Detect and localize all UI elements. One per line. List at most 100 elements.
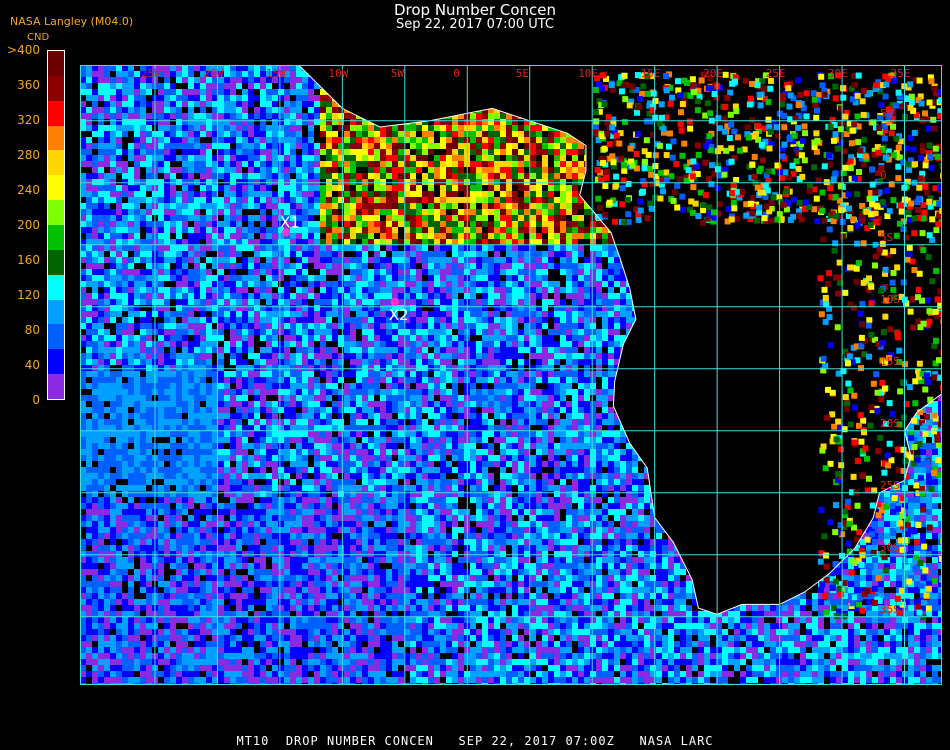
field-pixel	[248, 245, 254, 251]
field-pixel	[206, 143, 212, 149]
field-pixel	[122, 203, 128, 209]
field-pixel	[362, 281, 368, 287]
field-pixel	[164, 257, 170, 263]
field-pixel	[290, 131, 296, 137]
field-pixel	[116, 251, 122, 257]
field-pixel	[224, 239, 230, 245]
map-panel[interactable]: 25W 20W 15W 10W 5W 0 5E 10E 15E 20E 25E 30E 35E 5N 0 5S…	[80, 65, 942, 685]
field-pixel	[116, 89, 122, 95]
field-pixel	[572, 239, 578, 245]
field-pixel	[146, 257, 152, 263]
field-pixel	[302, 269, 308, 275]
field-pixel	[206, 209, 212, 215]
field-pixel	[458, 155, 464, 161]
field-pixel	[338, 257, 344, 263]
field-pixel	[542, 221, 548, 227]
field-pixel	[236, 107, 242, 113]
field-pixel	[230, 155, 236, 161]
field-pixel	[458, 209, 464, 215]
field-pixel	[326, 257, 332, 263]
field-pixel	[548, 185, 554, 191]
field-pixel	[482, 215, 488, 221]
field-pixel	[176, 137, 182, 143]
field-pixel	[380, 269, 386, 275]
field-pixel	[122, 215, 128, 221]
field-pixel	[416, 281, 422, 287]
field-pixel	[236, 83, 242, 89]
field-pixel	[374, 203, 380, 209]
field-pixel	[470, 269, 476, 275]
field-pixel	[134, 197, 140, 203]
field-pixel	[188, 281, 194, 287]
field-pixel	[446, 137, 452, 143]
map-canvas[interactable]: 25W 20W 15W 10W 5W 0 5E 10E 15E 20E 25E 30E 35E5N05S…	[80, 65, 942, 685]
field-pixel	[182, 89, 188, 95]
field-pixel	[476, 119, 482, 125]
field-pixel	[440, 143, 446, 149]
field-pixel	[170, 245, 176, 251]
field-pixel	[146, 89, 152, 95]
field-pixel	[254, 239, 260, 245]
field-pixel	[506, 179, 512, 185]
field-pixel	[308, 287, 314, 293]
field-pixel	[176, 71, 182, 77]
field-pixel	[374, 143, 380, 149]
field-pixel	[578, 161, 584, 167]
field-pixel	[122, 287, 128, 293]
field-pixel	[518, 233, 524, 239]
field-pixel	[476, 275, 482, 281]
field-pixel	[470, 221, 476, 227]
field-pixel	[98, 143, 104, 149]
field-pixel	[278, 257, 284, 263]
field-pixel	[92, 197, 98, 203]
field-pixel	[446, 191, 452, 197]
field-pixel	[128, 263, 134, 269]
field-pixel	[500, 245, 506, 251]
field-pixel	[476, 281, 482, 287]
field-pixel	[266, 245, 272, 251]
field-pixel	[524, 173, 530, 179]
field-pixel	[98, 71, 104, 77]
field-pixel	[176, 101, 182, 107]
field-pixel	[242, 233, 248, 239]
field-pixel	[380, 257, 386, 263]
field-pixel	[158, 233, 164, 239]
field-pixel	[518, 167, 524, 173]
field-pixel	[266, 185, 272, 191]
field-pixel	[134, 287, 140, 293]
field-pixel	[194, 95, 200, 101]
field-pixel	[104, 221, 110, 227]
field-pixel	[344, 197, 350, 203]
field-pixel	[368, 257, 374, 263]
field-pixel	[410, 173, 416, 179]
field-pixel	[320, 263, 326, 269]
field-pixel	[326, 161, 332, 167]
field-pixel	[488, 173, 494, 179]
field-pixel	[248, 89, 254, 95]
field-pixel	[236, 125, 242, 131]
field-pixel	[182, 239, 188, 245]
field-pixel	[470, 281, 476, 287]
map-title: Drop Number Concen	[393, 1, 557, 19]
field-pixel	[314, 281, 320, 287]
field-pixel	[524, 161, 530, 167]
field-pixel	[578, 215, 584, 221]
field-pixel	[92, 95, 98, 101]
field-pixel	[338, 191, 344, 197]
field-pixel	[578, 269, 584, 275]
field-pixel	[338, 137, 344, 143]
field-pixel	[500, 209, 506, 215]
field-pixel	[254, 179, 260, 185]
legend-tick-label: 280	[17, 148, 40, 162]
field-pixel	[542, 239, 548, 245]
field-pixel	[134, 281, 140, 287]
field-pixel	[296, 269, 302, 275]
field-pixel	[410, 251, 416, 257]
field-pixel	[248, 239, 254, 245]
field-pixel	[470, 239, 476, 245]
field-pixel	[560, 185, 566, 191]
legend-swatch	[48, 51, 64, 77]
legend-unit: CND	[27, 32, 50, 43]
field-pixel	[224, 101, 230, 107]
field-pixel	[392, 215, 398, 221]
